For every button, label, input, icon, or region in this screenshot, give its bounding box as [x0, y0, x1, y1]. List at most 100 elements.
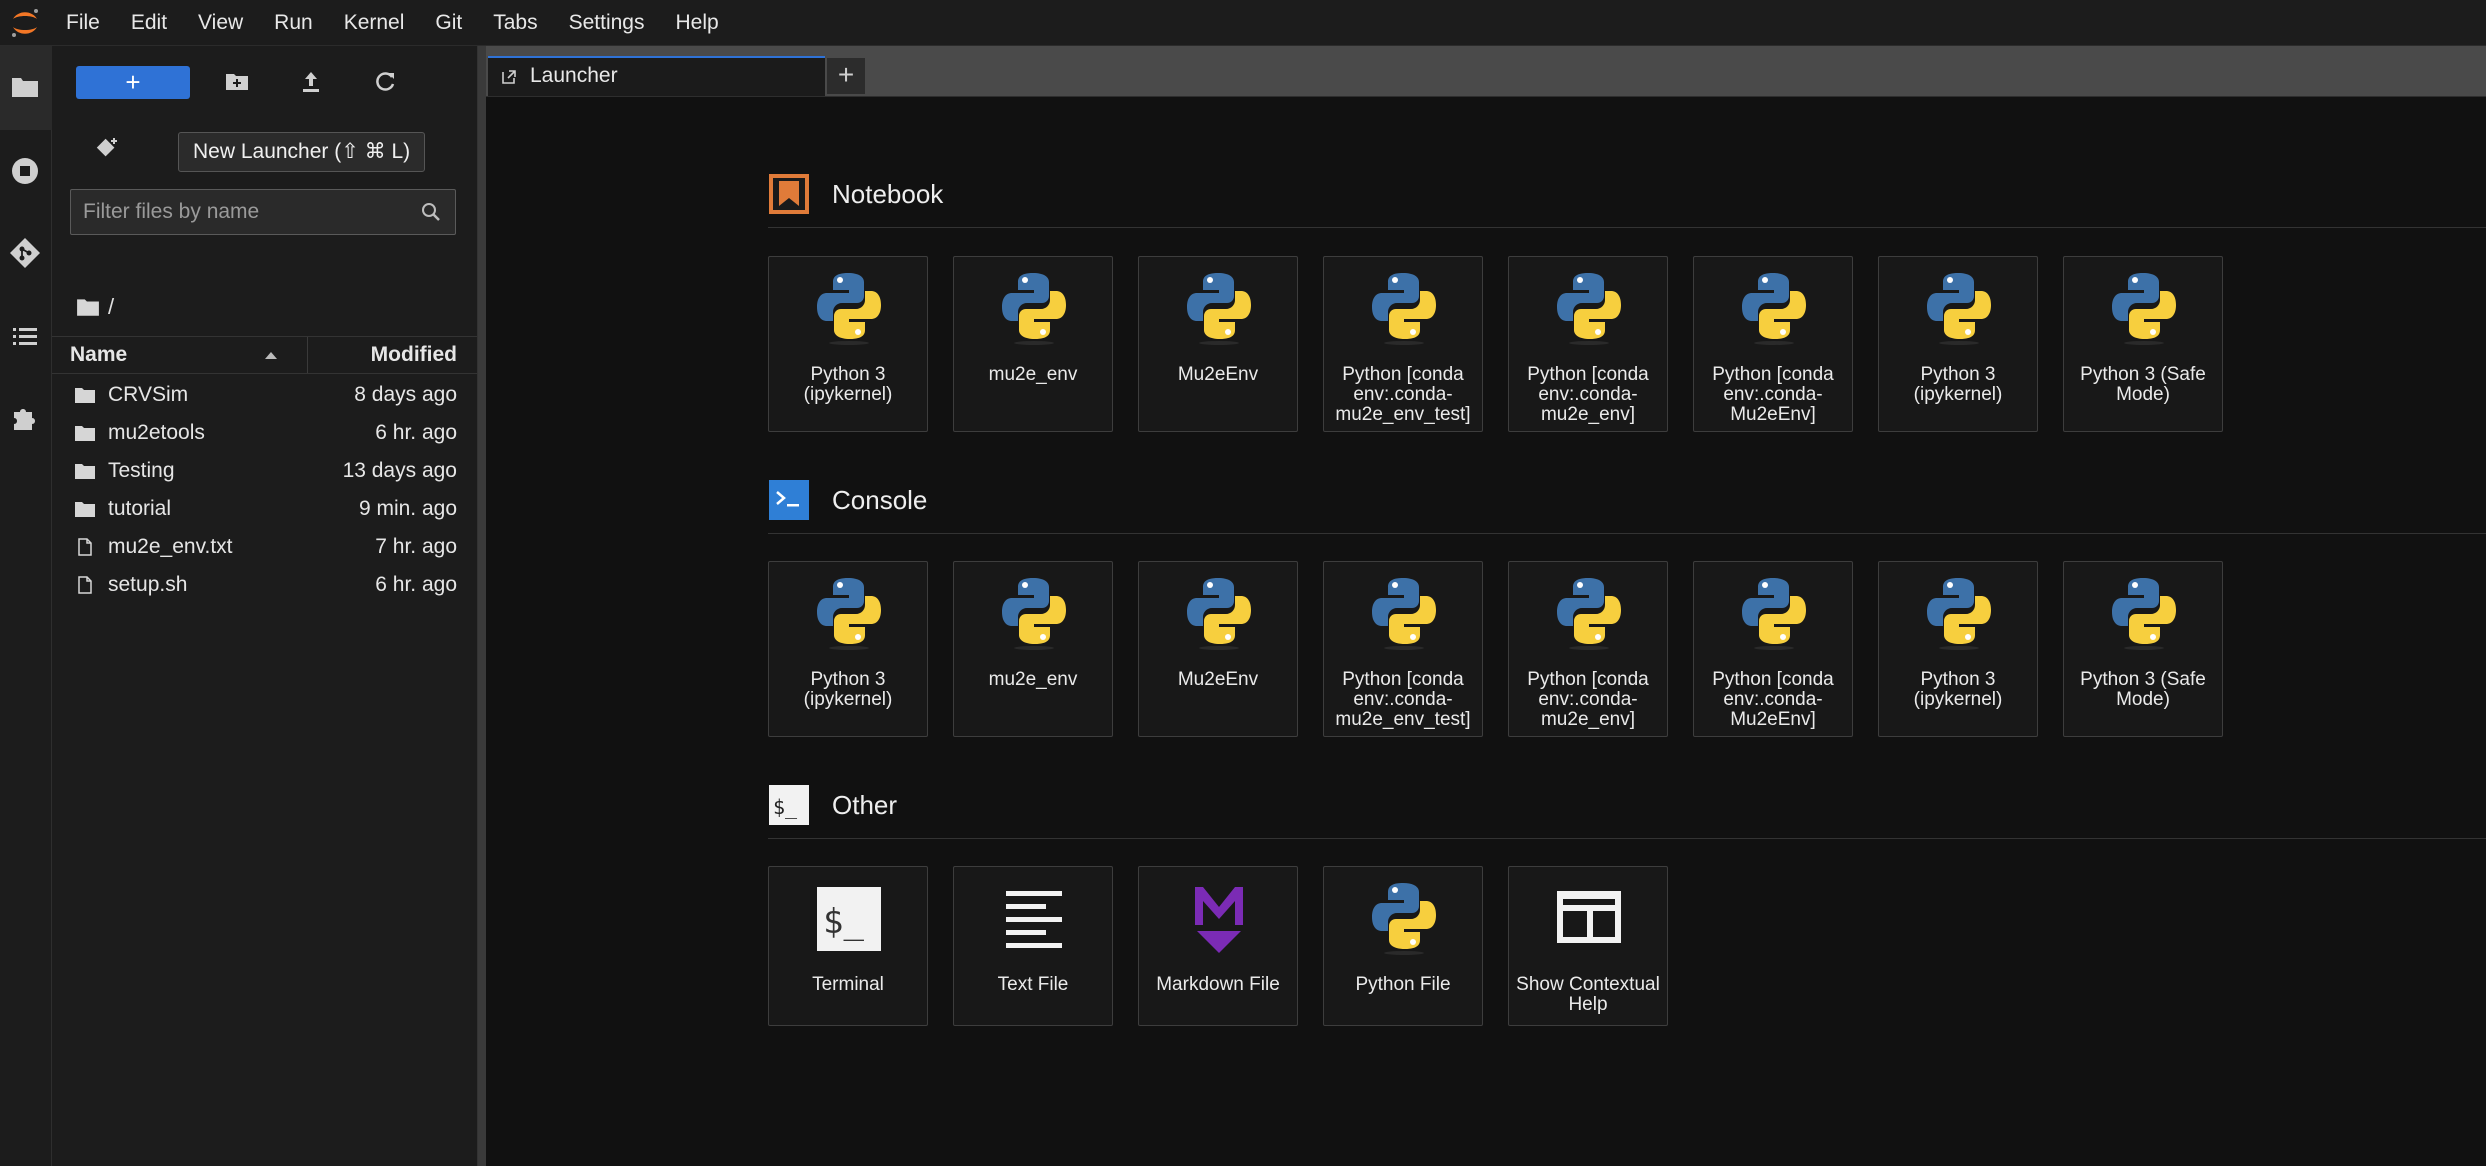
card-label: Python 3 (ipykernel) [803, 669, 893, 710]
file-icon [74, 538, 96, 556]
refresh-icon[interactable] [370, 67, 400, 97]
new-launcher-button[interactable]: + [76, 66, 190, 99]
tab-launcher[interactable]: Launcher [488, 56, 825, 96]
git-clone-icon[interactable] [92, 134, 122, 164]
console-kernel-card[interactable]: Python 3 (ipykernel) [1878, 561, 2038, 737]
section-divider [768, 227, 2486, 228]
card-label: Python [conda env:.conda-mu2e_env_test] [1335, 669, 1471, 730]
section-title: Notebook [832, 179, 944, 209]
console-kernel-card[interactable]: Mu2eEnv [1138, 561, 1298, 737]
python-icon [998, 267, 1070, 345]
text-file-card[interactable]: Text File [953, 866, 1113, 1026]
sort-ascending-icon [265, 352, 277, 359]
card-label: Python 3 (Safe Mode) [2080, 669, 2206, 710]
extensions-icon[interactable] [8, 402, 42, 436]
breadcrumb-root[interactable]: / [108, 294, 114, 320]
notebook-kernel-card[interactable]: Python [conda env:.conda-mu2e_env_test] [1323, 256, 1483, 432]
python-icon [1738, 267, 1810, 345]
file-list-header: Name Modified [52, 336, 477, 374]
python-icon [1183, 572, 1255, 650]
menu-view[interactable]: View [198, 0, 243, 46]
search-icon [422, 203, 440, 221]
new-folder-icon[interactable] [222, 67, 252, 97]
table-of-contents-icon[interactable] [8, 320, 42, 354]
column-name-header[interactable]: Name [70, 337, 127, 373]
notebook-kernel-card[interactable]: Python [conda env:.conda-mu2e_env] [1508, 256, 1668, 432]
breadcrumb: / [76, 292, 114, 322]
file-list: CRVSim 8 days ago mu2etools 6 hr. ago Te… [52, 376, 477, 604]
card-label: Show Contextual Help [1516, 974, 1660, 1015]
main-area: Launcher + Notebook Python 3 (ipykernel)… [486, 46, 2486, 1166]
file-browser-panel: + New Launcher (⇧ ⌘ L) / Name Modified [52, 46, 478, 1166]
column-divider[interactable] [307, 337, 308, 373]
console-kernel-card[interactable]: Python 3 (Safe Mode) [2063, 561, 2223, 737]
new-launcher-tooltip: New Launcher (⇧ ⌘ L) [178, 132, 426, 172]
card-label: Python [conda env:.conda-mu2e_env_test] [1335, 364, 1471, 425]
file-name: Testing [108, 459, 175, 482]
menu-git[interactable]: Git [435, 0, 462, 46]
folder-icon[interactable] [8, 70, 42, 104]
file-row[interactable]: mu2e_env.txt 7 hr. ago [52, 528, 477, 566]
file-row[interactable]: CRVSim 8 days ago [52, 376, 477, 414]
card-label: Python [conda env:.conda-mu2e_env] [1527, 669, 1649, 730]
python-icon [2108, 572, 2180, 650]
file-modified: 8 days ago [354, 383, 457, 406]
git-icon[interactable] [8, 236, 42, 270]
card-label: Markdown File [1156, 974, 1280, 995]
console-kernel-card[interactable]: Python [conda env:.conda-mu2e_env] [1508, 561, 1668, 737]
menu-settings[interactable]: Settings [569, 0, 645, 46]
menu-edit[interactable]: Edit [131, 0, 167, 46]
file-row[interactable]: Testing 13 days ago [52, 452, 477, 490]
card-label: Terminal [812, 974, 884, 995]
python-icon [1368, 267, 1440, 345]
notebook-kernel-card[interactable]: Python 3 (ipykernel) [768, 256, 928, 432]
upload-icon[interactable] [296, 67, 326, 97]
card-label: mu2e_env [988, 364, 1078, 385]
notebook-kernel-card[interactable]: Mu2eEnv [1138, 256, 1298, 432]
console-kernel-card[interactable]: Python 3 (ipykernel) [768, 561, 928, 737]
console-kernel-card[interactable]: mu2e_env [953, 561, 1113, 737]
card-label: Python 3 (Safe Mode) [2080, 364, 2206, 405]
section-title: Other [832, 790, 898, 820]
markdown-file-card[interactable]: Markdown File [1138, 866, 1298, 1026]
menu-run[interactable]: Run [274, 0, 313, 46]
notebook-kernel-card[interactable]: Python [conda env:.conda-Mu2eEnv] [1693, 256, 1853, 432]
section-title: Console [832, 485, 928, 515]
add-tab-button[interactable]: + [827, 58, 865, 94]
menu-help[interactable]: Help [676, 0, 719, 46]
notebook-kernel-card[interactable]: mu2e_env [953, 256, 1113, 432]
terminal-icon: $_ [817, 887, 881, 951]
column-modified-header[interactable]: Modified [371, 337, 457, 373]
python-icon [1923, 267, 1995, 345]
folder-icon [74, 386, 96, 404]
python-icon [998, 572, 1070, 650]
notebook-kernel-card[interactable]: Python 3 (Safe Mode) [2063, 256, 2223, 432]
card-label: Python 3 (ipykernel) [1913, 364, 2003, 405]
notebook-kernel-card[interactable]: Python 3 (ipykernel) [1878, 256, 2038, 432]
launcher-tab-icon [502, 70, 516, 84]
menu-kernel[interactable]: Kernel [344, 0, 405, 46]
card-label: Python 3 (ipykernel) [803, 364, 893, 405]
jupyter-logo-icon [12, 9, 38, 37]
python-icon [1738, 572, 1810, 650]
file-row[interactable]: mu2etools 6 hr. ago [52, 414, 477, 452]
contextual-help-card[interactable]: Show Contextual Help [1508, 866, 1668, 1026]
file-name: setup.sh [108, 573, 188, 596]
menu-file[interactable]: File [66, 0, 100, 46]
file-row[interactable]: setup.sh 6 hr. ago [52, 566, 477, 604]
breadcrumb-folder-icon[interactable] [76, 297, 100, 317]
folder-icon [74, 462, 96, 480]
running-kernels-icon[interactable] [8, 154, 42, 188]
card-label: Mu2eEnv [1177, 364, 1259, 385]
file-row[interactable]: tutorial 9 min. ago [52, 490, 477, 528]
file-modified: 6 hr. ago [375, 573, 457, 596]
menu-bar: File Edit View Run Kernel Git Tabs Setti… [0, 0, 2486, 46]
python-file-card[interactable]: Python File [1323, 866, 1483, 1026]
console-kernel-card[interactable]: Python [conda env:.conda-mu2e_env_test] [1323, 561, 1483, 737]
menu-tabs[interactable]: Tabs [493, 0, 537, 46]
panel-splitter[interactable] [478, 46, 486, 1166]
console-kernel-card[interactable]: Python [conda env:.conda-Mu2eEnv] [1693, 561, 1853, 737]
terminal-card[interactable]: $_ Terminal [768, 866, 928, 1026]
filter-files-input[interactable] [71, 190, 401, 234]
folder-icon [74, 500, 96, 518]
